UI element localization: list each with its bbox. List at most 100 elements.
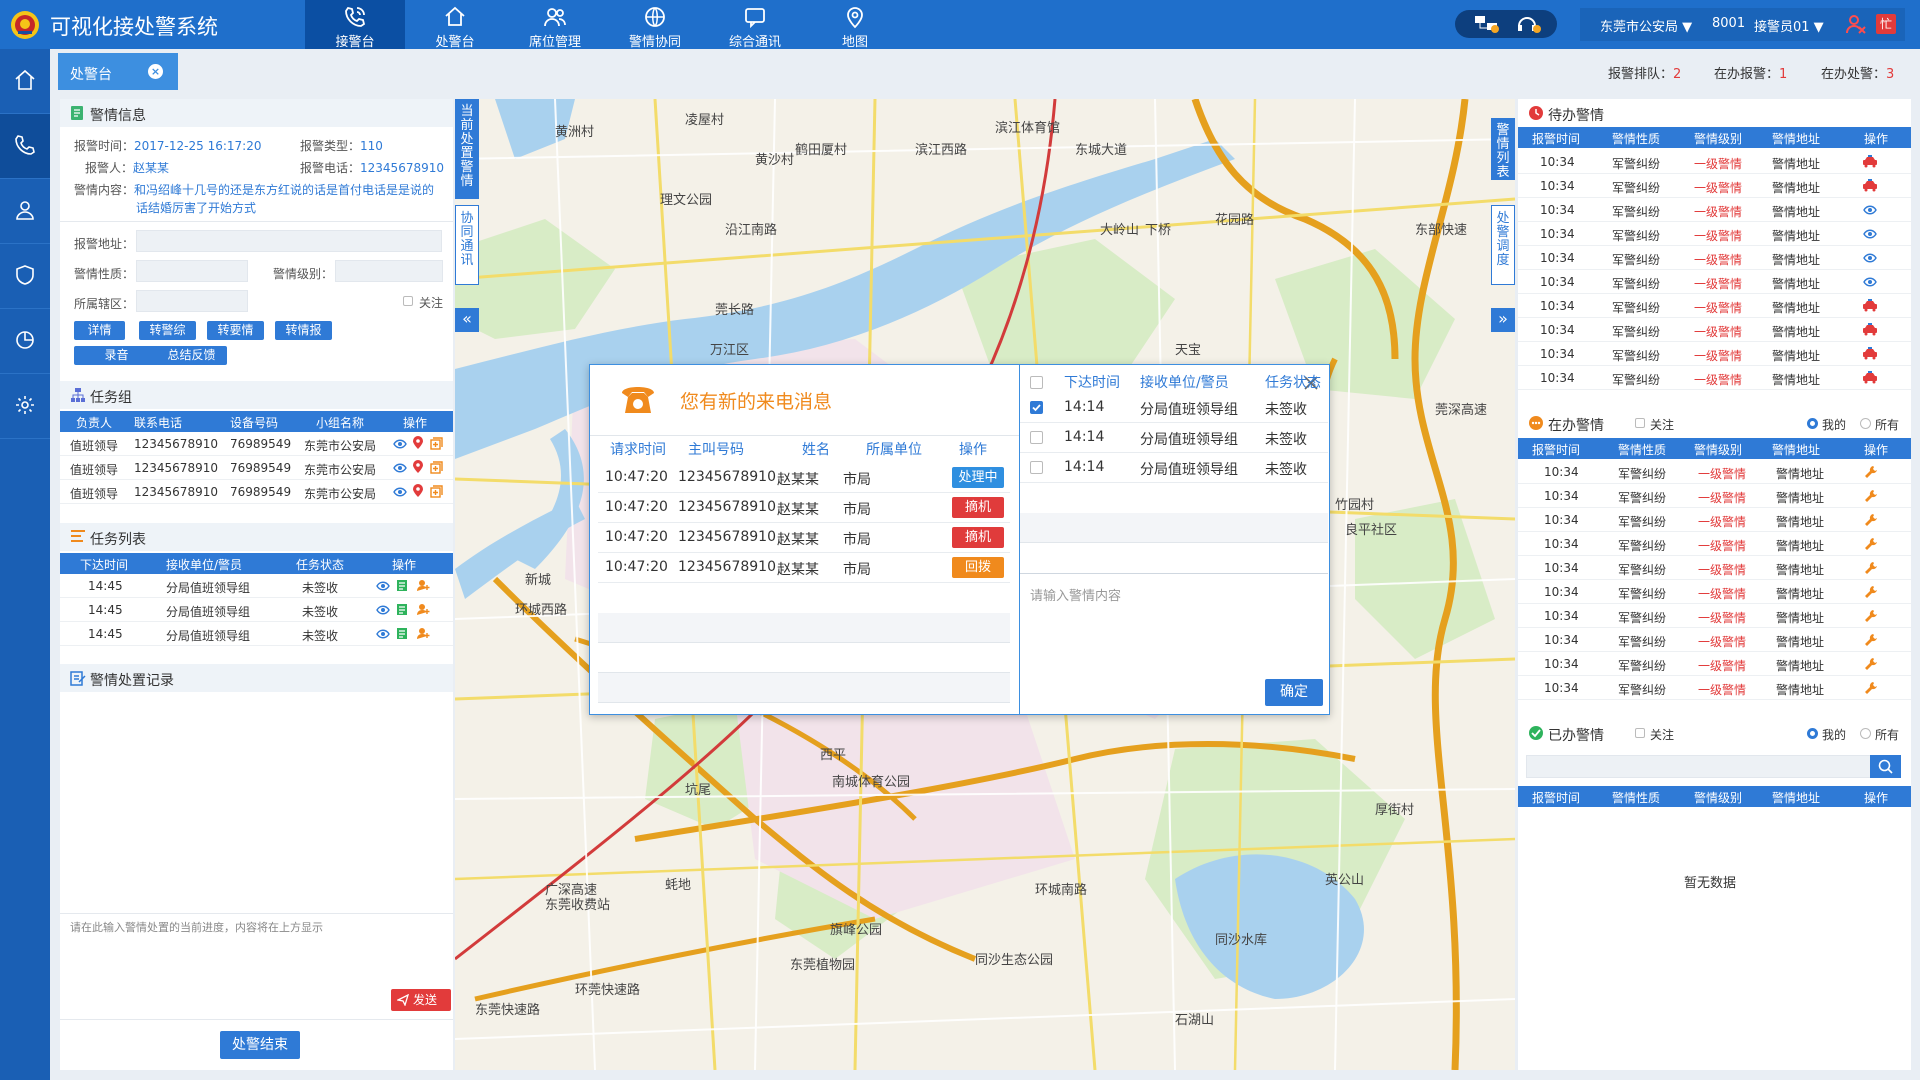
expand-right-button[interactable]: » xyxy=(1491,308,1515,332)
pending-row[interactable]: 10:34 军警纠纷 一级警情 警情地址 xyxy=(1518,294,1911,318)
nav-item-comms[interactable]: 综合通讯 xyxy=(705,0,805,50)
collapse-left-button[interactable]: « xyxy=(455,308,479,332)
pending-row[interactable]: 10:34 军警纠纷 一级警情 警情地址 xyxy=(1518,150,1911,174)
pending-row[interactable]: 10:34 军警纠纷 一级警情 警情地址 xyxy=(1518,342,1911,366)
eye-icon[interactable] xyxy=(376,604,390,616)
transfer-integrated-button[interactable]: 转警综 xyxy=(139,321,196,340)
pending-row[interactable]: 10:34 军警纠纷 一级警情 警情地址 xyxy=(1518,246,1911,270)
task-row-checkbox[interactable] xyxy=(1030,461,1043,474)
document-list-icon[interactable] xyxy=(396,603,408,616)
select-all-checkbox[interactable] xyxy=(1030,376,1043,389)
search-button[interactable] xyxy=(1870,755,1901,778)
wrench-icon[interactable] xyxy=(1864,609,1878,623)
active-row[interactable]: 10:34 军警纠纷 一级警情 警情地址 xyxy=(1518,508,1911,532)
call-action-button[interactable]: 摘机 xyxy=(952,527,1004,548)
dispatch-tab[interactable]: 处警调度 xyxy=(1491,205,1515,285)
wrench-icon[interactable] xyxy=(1864,537,1878,551)
eye-icon[interactable] xyxy=(1863,204,1877,216)
sidebar-item-shield[interactable] xyxy=(0,244,50,309)
follow-checkbox[interactable] xyxy=(403,296,413,306)
location-pin-icon[interactable] xyxy=(412,484,424,498)
pending-row[interactable]: 10:34 军警纠纷 一级警情 警情地址 xyxy=(1518,366,1911,390)
active-row[interactable]: 10:34 军警纠纷 一级警情 警情地址 xyxy=(1518,628,1911,652)
eye-icon[interactable] xyxy=(1863,228,1877,240)
wrench-icon[interactable] xyxy=(1864,513,1878,527)
wrench-icon[interactable] xyxy=(1864,489,1878,503)
task-row-checkbox[interactable] xyxy=(1030,431,1043,444)
location-pin-icon[interactable] xyxy=(412,460,424,474)
active-row[interactable]: 10:34 军警纠纷 一级警情 警情地址 xyxy=(1518,460,1911,484)
active-row[interactable]: 10:34 军警纠纷 一级警情 警情地址 xyxy=(1518,652,1911,676)
incident-list-tab[interactable]: 警情列表 xyxy=(1491,118,1515,180)
nav-item-receive[interactable]: 接警台 xyxy=(305,0,405,50)
active-row[interactable]: 10:34 军警纠纷 一级警情 警情地址 xyxy=(1518,532,1911,556)
assign-user-icon[interactable] xyxy=(416,579,430,592)
active-follow-checkbox[interactable] xyxy=(1635,418,1645,428)
active-row[interactable]: 10:34 军警纠纷 一级警情 警情地址 xyxy=(1518,484,1911,508)
eye-icon[interactable] xyxy=(393,438,407,450)
address-field[interactable] xyxy=(136,230,442,252)
document-list-icon[interactable] xyxy=(396,579,408,592)
location-pin-icon[interactable] xyxy=(412,436,424,450)
send-button[interactable]: 发送 xyxy=(391,989,451,1011)
wrench-icon[interactable] xyxy=(1864,657,1878,671)
police-car-icon[interactable] xyxy=(1862,299,1878,312)
call-action-button[interactable]: 摘机 xyxy=(952,497,1004,518)
wrench-icon[interactable] xyxy=(1864,465,1878,479)
done-follow-checkbox[interactable] xyxy=(1635,728,1645,738)
recording-button[interactable]: 录音 xyxy=(74,346,159,365)
nature-field[interactable] xyxy=(136,260,248,282)
done-mine-radio[interactable] xyxy=(1807,728,1818,739)
records-input[interactable]: 请在此输入警情处置的当前进度，内容将在上方显示 xyxy=(70,919,323,935)
pending-row[interactable]: 10:34 军警纠纷 一级警情 警情地址 xyxy=(1518,222,1911,246)
eye-icon[interactable] xyxy=(1863,252,1877,264)
close-icon[interactable]: × xyxy=(148,64,163,79)
confirm-button[interactable]: 确定 xyxy=(1265,679,1323,706)
active-row[interactable]: 10:34 军警纠纷 一级警情 警情地址 xyxy=(1518,556,1911,580)
document-list-icon[interactable] xyxy=(396,627,408,640)
sidebar-item-chart[interactable] xyxy=(0,309,50,374)
current-incident-tab[interactable]: 当前处置警情 xyxy=(455,99,479,199)
done-search-input[interactable] xyxy=(1526,755,1876,778)
police-car-icon[interactable] xyxy=(1862,323,1878,336)
user-dropdown[interactable]: 接警员01 ▼ xyxy=(1754,16,1824,35)
eye-icon[interactable] xyxy=(393,462,407,474)
level-field[interactable] xyxy=(335,260,443,282)
sidebar-item-user[interactable] xyxy=(0,179,50,244)
task-row-checkbox[interactable] xyxy=(1030,401,1043,414)
active-all-radio[interactable] xyxy=(1860,418,1871,429)
active-mine-radio[interactable] xyxy=(1807,418,1818,429)
sidebar-item-phone[interactable] xyxy=(0,114,50,179)
pending-row[interactable]: 10:34 军警纠纷 一级警情 警情地址 xyxy=(1518,174,1911,198)
nav-item-map[interactable]: 地图 xyxy=(805,0,905,50)
active-row[interactable]: 10:34 军警纠纷 一级警情 警情地址 xyxy=(1518,580,1911,604)
wrench-icon[interactable] xyxy=(1864,585,1878,599)
busy-status-badge[interactable]: 忙 xyxy=(1876,14,1896,34)
transfer-intel-button[interactable]: 转情报 xyxy=(275,321,332,340)
tab-dispatch-desk[interactable]: 处警台 × xyxy=(58,53,178,90)
nav-item-dispatch[interactable]: 处警台 xyxy=(405,0,505,50)
org-dropdown[interactable]: 东莞市公安局 ▼ xyxy=(1600,16,1692,35)
assign-user-icon[interactable] xyxy=(416,603,430,616)
sidebar-item-home[interactable] xyxy=(0,49,50,114)
finish-dispatch-button[interactable]: 处警结束 xyxy=(220,1031,300,1059)
area-field[interactable] xyxy=(136,290,248,312)
nav-item-collab[interactable]: 警情协同 xyxy=(605,0,705,50)
transfer-major-button[interactable]: 转要情 xyxy=(207,321,264,340)
police-car-icon[interactable] xyxy=(1862,155,1878,168)
add-copy-icon[interactable] xyxy=(430,461,443,474)
police-car-icon[interactable] xyxy=(1862,179,1878,192)
wrench-icon[interactable] xyxy=(1864,633,1878,647)
sidebar-item-settings[interactable] xyxy=(0,374,50,439)
wrench-icon[interactable] xyxy=(1864,681,1878,695)
nav-item-seats[interactable]: 席位管理 xyxy=(505,0,605,50)
incident-content-input[interactable]: 请输入警情内容 xyxy=(1030,585,1121,604)
pending-row[interactable]: 10:34 军警纠纷 一级警情 警情地址 xyxy=(1518,318,1911,342)
police-car-icon[interactable] xyxy=(1862,347,1878,360)
pending-row[interactable]: 10:34 军警纠纷 一级警情 警情地址 xyxy=(1518,198,1911,222)
detail-button[interactable]: 详情 xyxy=(74,321,125,340)
eye-icon[interactable] xyxy=(1863,276,1877,288)
eye-icon[interactable] xyxy=(376,628,390,640)
police-car-icon[interactable] xyxy=(1862,371,1878,384)
active-row[interactable]: 10:34 军警纠纷 一级警情 警情地址 xyxy=(1518,676,1911,700)
